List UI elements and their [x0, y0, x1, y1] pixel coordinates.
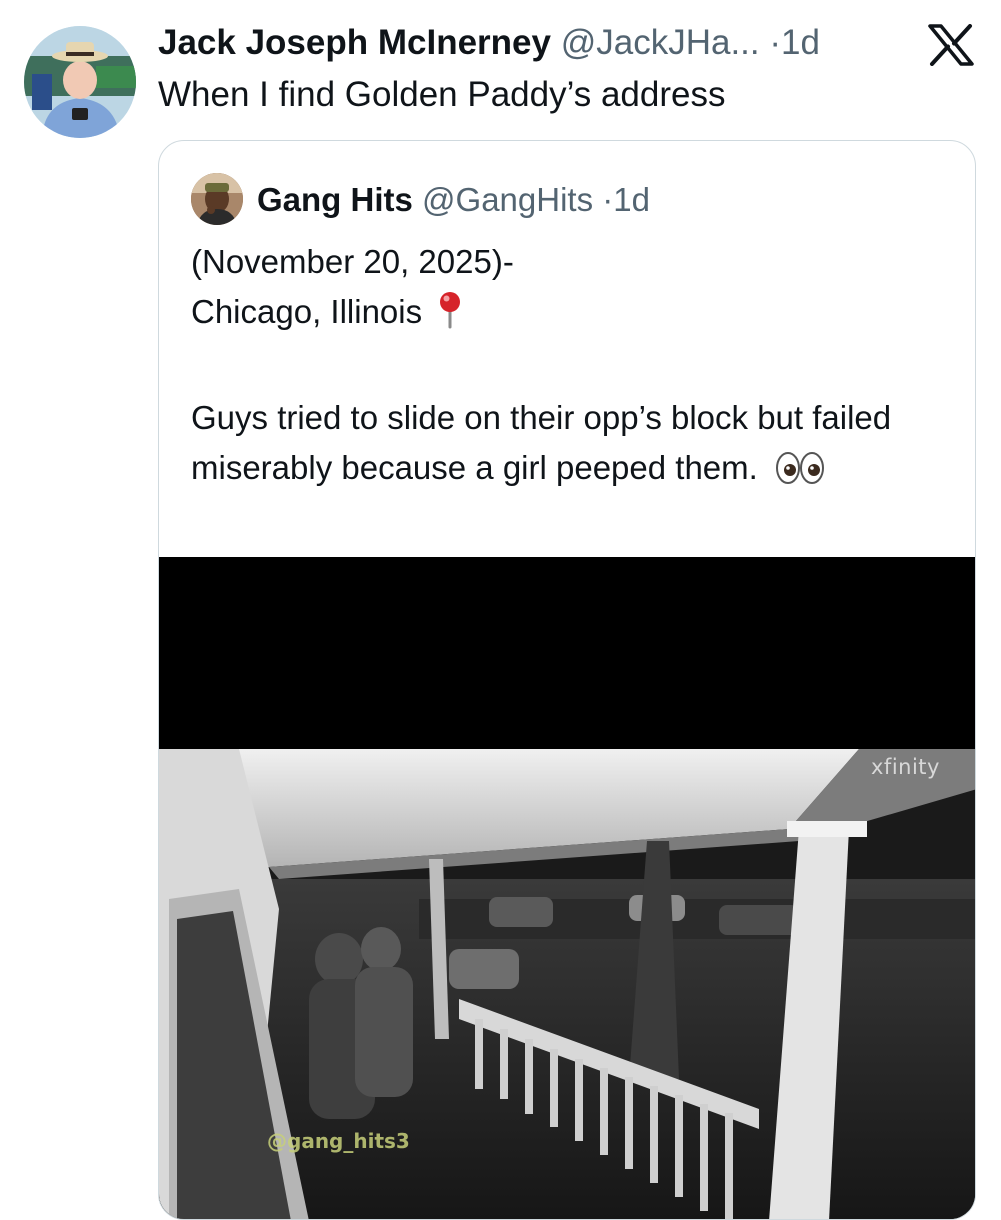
- doorbell-camera-frame: xfinity @gang_hits3: [159, 749, 975, 1219]
- quoted-tweet-card[interactable]: Gang Hits @GangHits ·1d (November 20, 20…: [158, 140, 976, 1220]
- quoted-tweet-header: Gang Hits @GangHits ·1d: [257, 179, 650, 221]
- quoted-video-media[interactable]: xfinity @gang_hits3: [159, 557, 975, 1219]
- x-logo-icon: [928, 24, 974, 66]
- xfinity-brand-overlay: xfinity: [871, 755, 940, 779]
- quoted-author-avatar[interactable]: [191, 173, 243, 225]
- author-name[interactable]: Jack Joseph McInerney: [158, 23, 551, 62]
- author-avatar-image: [24, 26, 136, 138]
- eyes-icon: [775, 449, 825, 499]
- quoted-author-handle[interactable]: @GangHits: [422, 181, 593, 218]
- header-separator: ·: [769, 23, 782, 62]
- quoted-text-line: (November 20, 2025)-: [191, 243, 514, 280]
- quoted-author-name[interactable]: Gang Hits: [257, 181, 413, 218]
- quoted-tweet-text: (November 20, 2025)- Chicago, Illinois G…: [191, 237, 951, 499]
- quoted-description: Guys tried to slide on their opp’s block…: [191, 393, 951, 499]
- video-watermark: @gang_hits3: [267, 1129, 410, 1153]
- quoted-location-line: Chicago, Illinois: [191, 287, 951, 343]
- round-pushpin-icon: [435, 291, 465, 343]
- quoted-avatar-image: [191, 173, 243, 225]
- quoted-header-separator: ·: [602, 181, 614, 218]
- author-handle[interactable]: @JackJHa...: [561, 23, 760, 62]
- author-avatar[interactable]: [24, 26, 136, 138]
- tweet-header: Jack Joseph McInerney @JackJHa... ·1d: [158, 22, 820, 64]
- tweet-timestamp[interactable]: 1d: [781, 23, 820, 62]
- quoted-tweet-timestamp[interactable]: 1d: [613, 181, 650, 218]
- tweet-text: When I find Golden Paddy’s address: [158, 75, 726, 114]
- quoted-location-text: Chicago, Illinois: [191, 293, 423, 330]
